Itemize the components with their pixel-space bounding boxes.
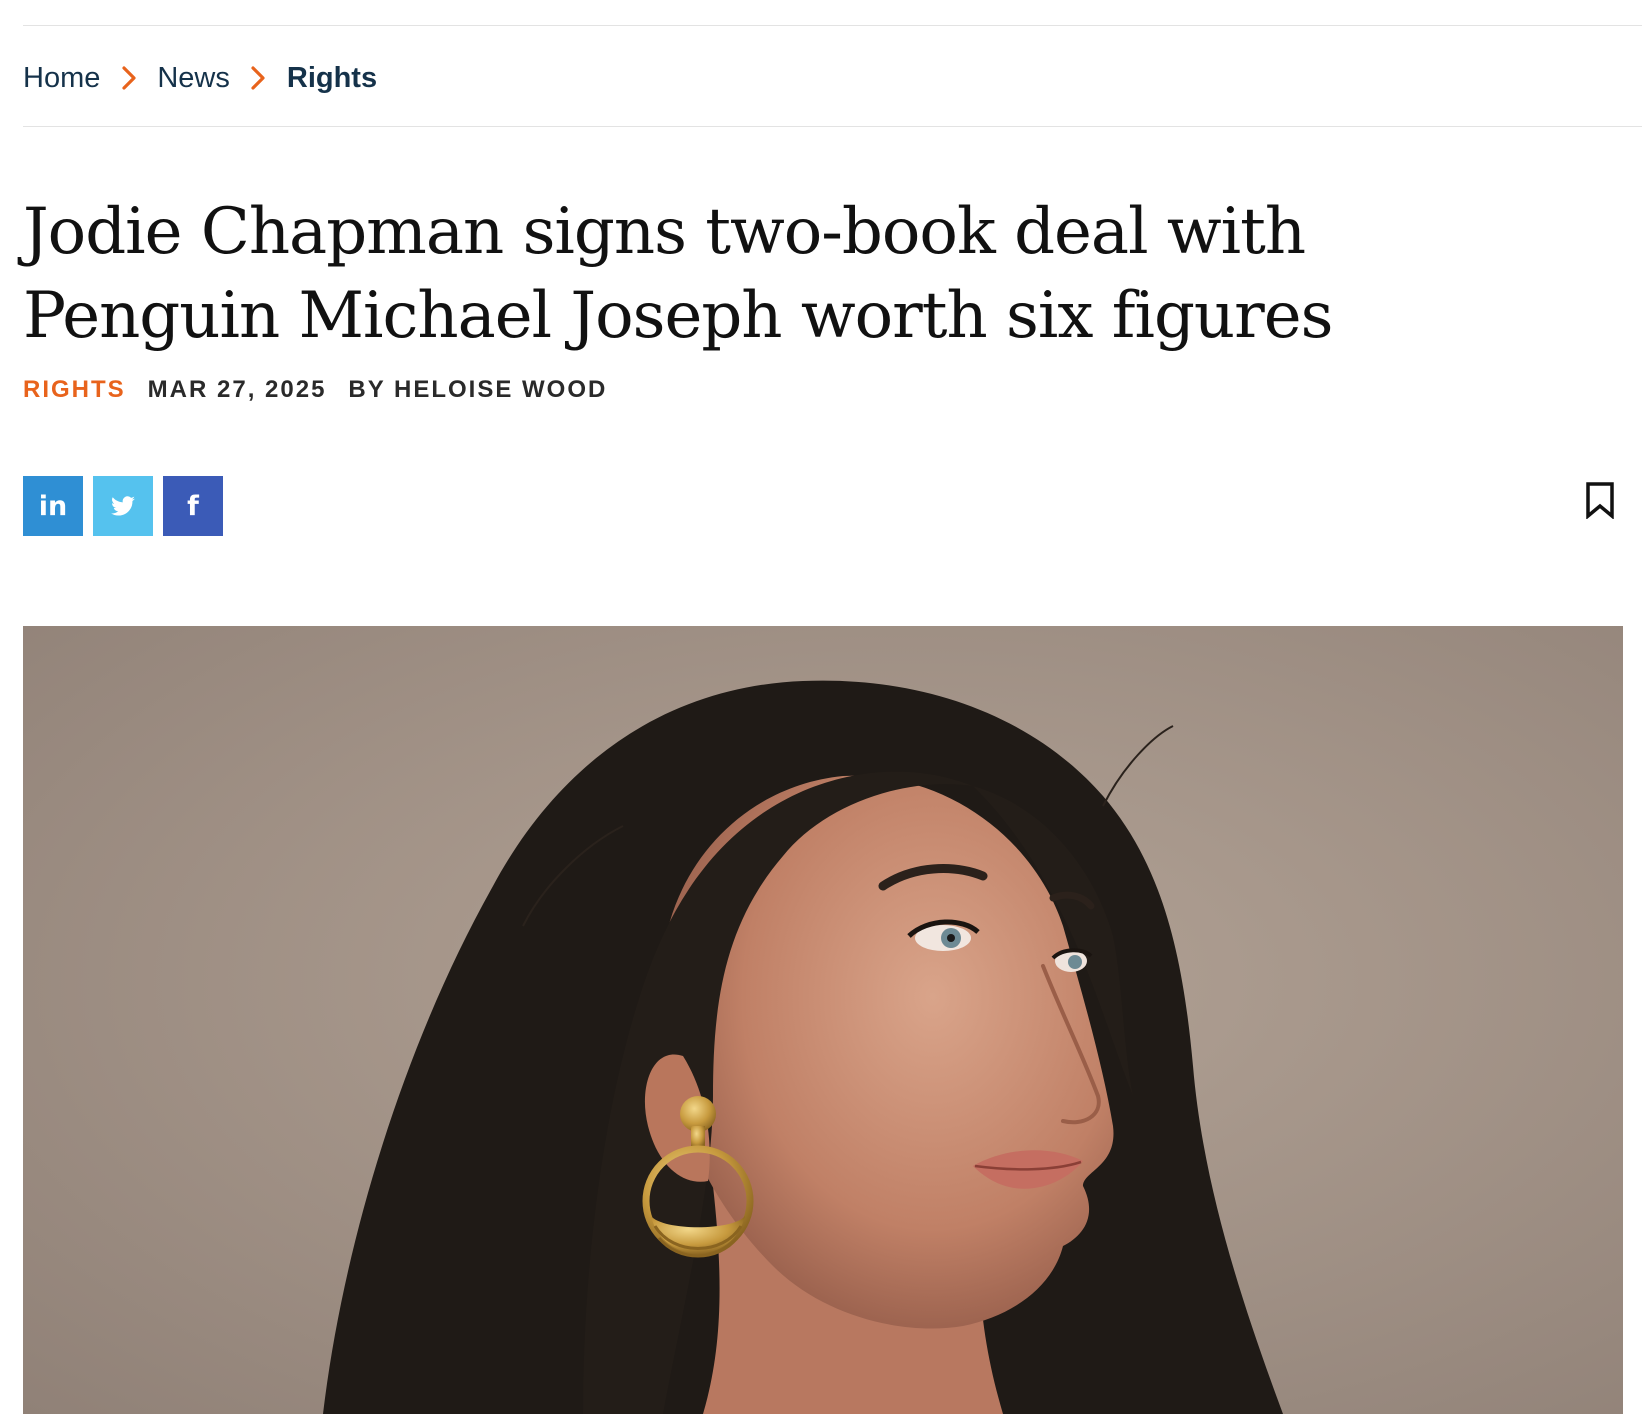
- chevron-right-icon: [100, 56, 157, 100]
- facebook-icon: f: [187, 490, 199, 522]
- facebook-share-button[interactable]: f: [163, 476, 223, 536]
- author-portrait: [23, 626, 1623, 1414]
- breadcrumb-rights-link[interactable]: Rights: [287, 62, 377, 95]
- category-link[interactable]: RIGHTS: [23, 376, 126, 404]
- article-meta: RIGHTS MAR 27, 2025 BY HELOISE WOOD: [23, 376, 607, 404]
- linkedin-icon: in: [38, 490, 68, 522]
- breadcrumb: Home News Rights: [23, 56, 377, 100]
- twitter-share-button[interactable]: [93, 476, 153, 536]
- hero-image: [23, 626, 1623, 1414]
- breadcrumb-divider: [23, 126, 1642, 127]
- twitter-icon: [111, 496, 135, 516]
- breadcrumb-news-link[interactable]: News: [157, 62, 230, 95]
- breadcrumb-home-link[interactable]: Home: [23, 62, 100, 95]
- bookmark-button[interactable]: [1582, 479, 1618, 521]
- chevron-right-icon: [230, 56, 287, 100]
- share-buttons: in f: [23, 476, 223, 536]
- bookmark-icon: [1586, 482, 1614, 519]
- linkedin-share-button[interactable]: in: [23, 476, 83, 536]
- author-byline: BY HELOISE WOOD: [348, 376, 608, 403]
- top-divider: [23, 25, 1642, 26]
- article-title: Jodie Chapman signs two-book deal with P…: [23, 195, 1333, 353]
- publish-date: MAR 27, 2025: [147, 376, 327, 403]
